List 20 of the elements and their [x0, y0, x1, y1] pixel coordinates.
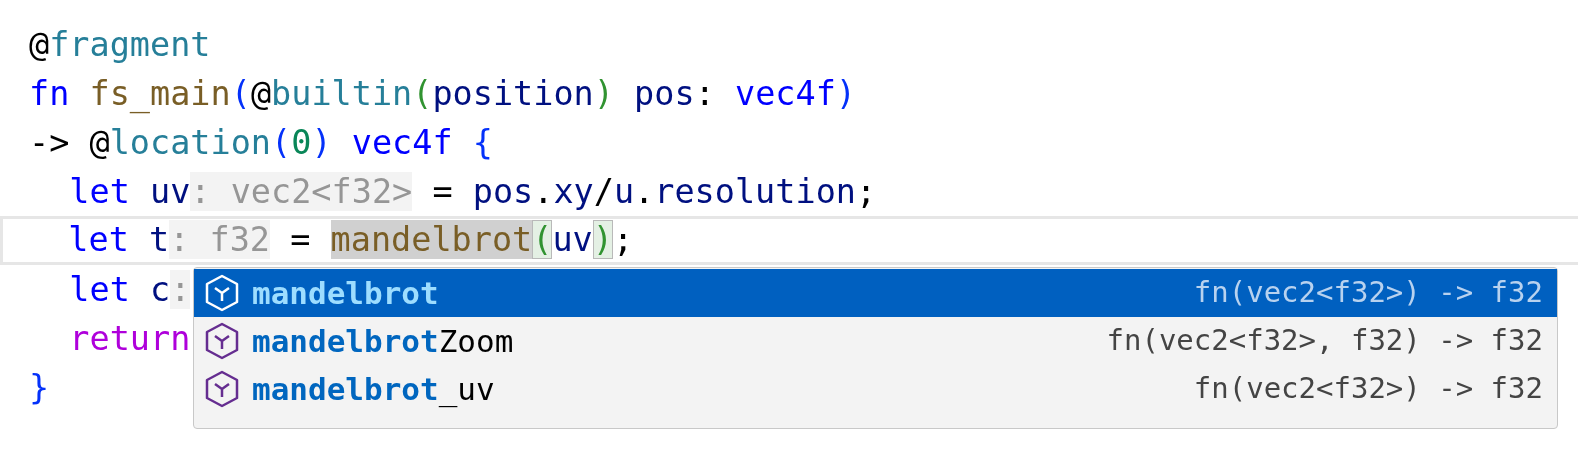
- code-line: let uv: vec2<f32> = pos.xy/u.resolution;: [68, 171, 877, 213]
- suggestion-detail: fn(vec2<f32>) -> f32: [1193, 274, 1543, 312]
- suggestion-detail: fn(vec2<f32>) -> f32: [1193, 370, 1543, 408]
- code-line: fn fs_main(@builtin(position) pos: vec4f): [28, 73, 856, 116]
- code-line: @fragment: [28, 24, 211, 66]
- code-line: return: [68, 318, 191, 360]
- suggestion-item[interactable]: mandelbrot fn(vec2<f32>) -> f32: [194, 269, 1557, 317]
- suggestion-label: mandelbrot_uv: [252, 369, 495, 410]
- suggestion-label: mandelbrotZoom: [252, 321, 514, 361]
- code-line: let c:: [68, 269, 191, 311]
- cube-icon: [204, 322, 240, 360]
- code-line: -> @location(0) vec4f {: [28, 122, 493, 164]
- suggestion-label: mandelbrot: [252, 273, 439, 313]
- cube-icon: [204, 370, 240, 408]
- current-code-line: let t: f32 = mandelbrot(uv);: [0, 216, 1578, 265]
- suggestion-item[interactable]: mandelbrotZoom fn(vec2<f32>, f32) -> f32: [194, 317, 1557, 365]
- suggestion-detail: fn(vec2<f32>, f32) -> f32: [1106, 322, 1543, 360]
- cube-icon: [204, 274, 240, 312]
- suggestion-item[interactable]: mandelbrot_uv fn(vec2<f32>) -> f32: [194, 365, 1557, 413]
- code-line: }: [28, 367, 50, 409]
